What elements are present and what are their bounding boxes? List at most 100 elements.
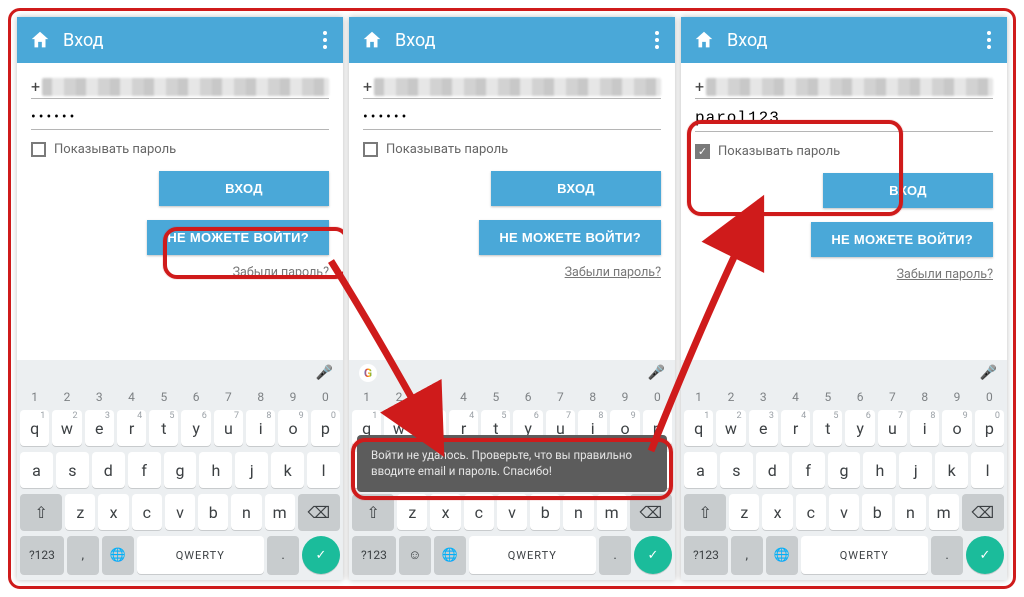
show-password-checkbox[interactable]: [363, 142, 378, 157]
kb-key-w[interactable]: w2: [52, 410, 81, 446]
kb-key-e[interactable]: e3: [85, 410, 114, 446]
kb-key-g[interactable]: g: [164, 452, 197, 488]
kb-key-d[interactable]: d: [92, 452, 125, 488]
kb-key-i[interactable]: i8: [910, 410, 939, 446]
smiley-icon[interactable]: ☺: [399, 536, 431, 574]
kb-key-v[interactable]: v: [829, 494, 859, 530]
kb-sym-key[interactable]: ?123: [20, 536, 64, 574]
overflow-menu-icon[interactable]: [651, 27, 663, 53]
kb-key-r[interactable]: r4: [781, 410, 810, 446]
kb-key-l[interactable]: l: [971, 452, 1004, 488]
kb-period-key[interactable]: .: [267, 536, 299, 574]
kb-key-y[interactable]: y6: [845, 410, 874, 446]
kb-key-i[interactable]: i8: [246, 410, 275, 446]
globe-icon[interactable]: 🌐: [434, 536, 466, 574]
password-field[interactable]: [363, 105, 661, 130]
globe-icon[interactable]: 🌐: [766, 536, 798, 574]
kb-key-t[interactable]: t5: [149, 410, 178, 446]
kb-key-z[interactable]: z: [397, 494, 427, 530]
kb-key-v[interactable]: v: [497, 494, 527, 530]
kb-key-d[interactable]: d: [756, 452, 789, 488]
show-password-row[interactable]: Показывать пароль: [695, 134, 993, 165]
mic-icon[interactable]: 🎤: [648, 365, 665, 381]
home-icon[interactable]: [361, 29, 383, 51]
forgot-password-link[interactable]: Забыли пароль?: [695, 257, 993, 286]
kb-key-b[interactable]: b: [530, 494, 560, 530]
kb-enter-key[interactable]: ✓: [634, 536, 672, 574]
show-password-row[interactable]: Показывать пароль: [31, 132, 329, 163]
phone-field[interactable]: +: [363, 71, 661, 99]
shift-icon[interactable]: ⇧: [352, 494, 394, 530]
kb-key-c[interactable]: c: [132, 494, 162, 530]
kb-sym-key[interactable]: ?123: [352, 536, 396, 574]
kb-key-p[interactable]: p0: [975, 410, 1004, 446]
kb-key-q[interactable]: q1: [684, 410, 713, 446]
phone-field[interactable]: +: [31, 71, 329, 99]
kb-key-b[interactable]: b: [198, 494, 228, 530]
kb-period-key[interactable]: .: [931, 536, 963, 574]
kb-key-g[interactable]: g: [828, 452, 861, 488]
cant-login-button[interactable]: НЕ МОЖЕТЕ ВОЙТИ?: [811, 222, 993, 257]
kb-key-f[interactable]: f: [792, 452, 825, 488]
kb-key-p[interactable]: p0: [311, 410, 340, 446]
kb-key-m[interactable]: m: [597, 494, 627, 530]
kb-key-t[interactable]: t5: [813, 410, 842, 446]
overflow-menu-icon[interactable]: [319, 27, 331, 53]
login-button[interactable]: ВХОД: [823, 173, 993, 208]
kb-key-k[interactable]: k: [271, 452, 304, 488]
mic-icon[interactable]: 🎤: [316, 365, 333, 381]
show-password-checkbox[interactable]: [695, 144, 710, 159]
backspace-icon[interactable]: ⌫: [962, 494, 1004, 530]
kb-key-n[interactable]: n: [231, 494, 261, 530]
password-field[interactable]: [31, 105, 329, 130]
kb-space-key[interactable]: QWERTY: [801, 536, 929, 574]
home-icon[interactable]: [29, 29, 51, 51]
overflow-menu-icon[interactable]: [983, 27, 995, 53]
kb-key-w[interactable]: w2: [716, 410, 745, 446]
forgot-password-link[interactable]: Забыли пароль?: [363, 255, 661, 284]
kb-space-key[interactable]: QWERTY: [469, 536, 597, 574]
shift-icon[interactable]: ⇧: [684, 494, 726, 530]
kb-key-s[interactable]: s: [720, 452, 753, 488]
kb-key-r[interactable]: r4: [117, 410, 146, 446]
kb-key-e[interactable]: e3: [749, 410, 778, 446]
kb-key-a[interactable]: a: [20, 452, 53, 488]
kb-key-s[interactable]: s: [56, 452, 89, 488]
kb-key-v[interactable]: v: [165, 494, 195, 530]
forgot-password-link[interactable]: Забыли пароль?: [31, 255, 329, 284]
kb-key-o[interactable]: o9: [278, 410, 307, 446]
kb-enter-key[interactable]: ✓: [966, 536, 1004, 574]
cant-login-button[interactable]: НЕ МОЖЕТЕ ВОЙТИ?: [479, 220, 661, 255]
kb-key-h[interactable]: h: [863, 452, 896, 488]
mic-icon[interactable]: 🎤: [980, 365, 997, 381]
kb-comma-key[interactable]: ,: [731, 536, 763, 574]
kb-key-c[interactable]: c: [464, 494, 494, 530]
login-button[interactable]: ВХОД: [159, 171, 329, 206]
login-button[interactable]: ВХОД: [491, 171, 661, 206]
kb-key-f[interactable]: f: [128, 452, 161, 488]
kb-key-m[interactable]: m: [929, 494, 959, 530]
kb-key-z[interactable]: z: [65, 494, 95, 530]
kb-key-x[interactable]: x: [430, 494, 460, 530]
kb-comma-key[interactable]: ,: [67, 536, 99, 574]
kb-key-u[interactable]: u7: [878, 410, 907, 446]
kb-key-b[interactable]: b: [862, 494, 892, 530]
kb-key-y[interactable]: y6: [181, 410, 210, 446]
kb-key-h[interactable]: h: [199, 452, 232, 488]
kb-key-j[interactable]: j: [235, 452, 268, 488]
kb-key-q[interactable]: q1: [20, 410, 49, 446]
kb-key-x[interactable]: x: [762, 494, 792, 530]
phone-field[interactable]: +: [695, 71, 993, 99]
backspace-icon[interactable]: ⌫: [630, 494, 672, 530]
backspace-icon[interactable]: ⌫: [298, 494, 340, 530]
kb-key-a[interactable]: a: [684, 452, 717, 488]
kb-enter-key[interactable]: ✓: [302, 536, 340, 574]
password-field[interactable]: [695, 105, 993, 132]
kb-key-x[interactable]: x: [98, 494, 128, 530]
kb-key-k[interactable]: k: [935, 452, 968, 488]
kb-key-m[interactable]: m: [265, 494, 295, 530]
kb-key-n[interactable]: n: [895, 494, 925, 530]
kb-key-n[interactable]: n: [563, 494, 593, 530]
kb-sym-key[interactable]: ?123: [684, 536, 728, 574]
kb-space-key[interactable]: QWERTY: [137, 536, 265, 574]
